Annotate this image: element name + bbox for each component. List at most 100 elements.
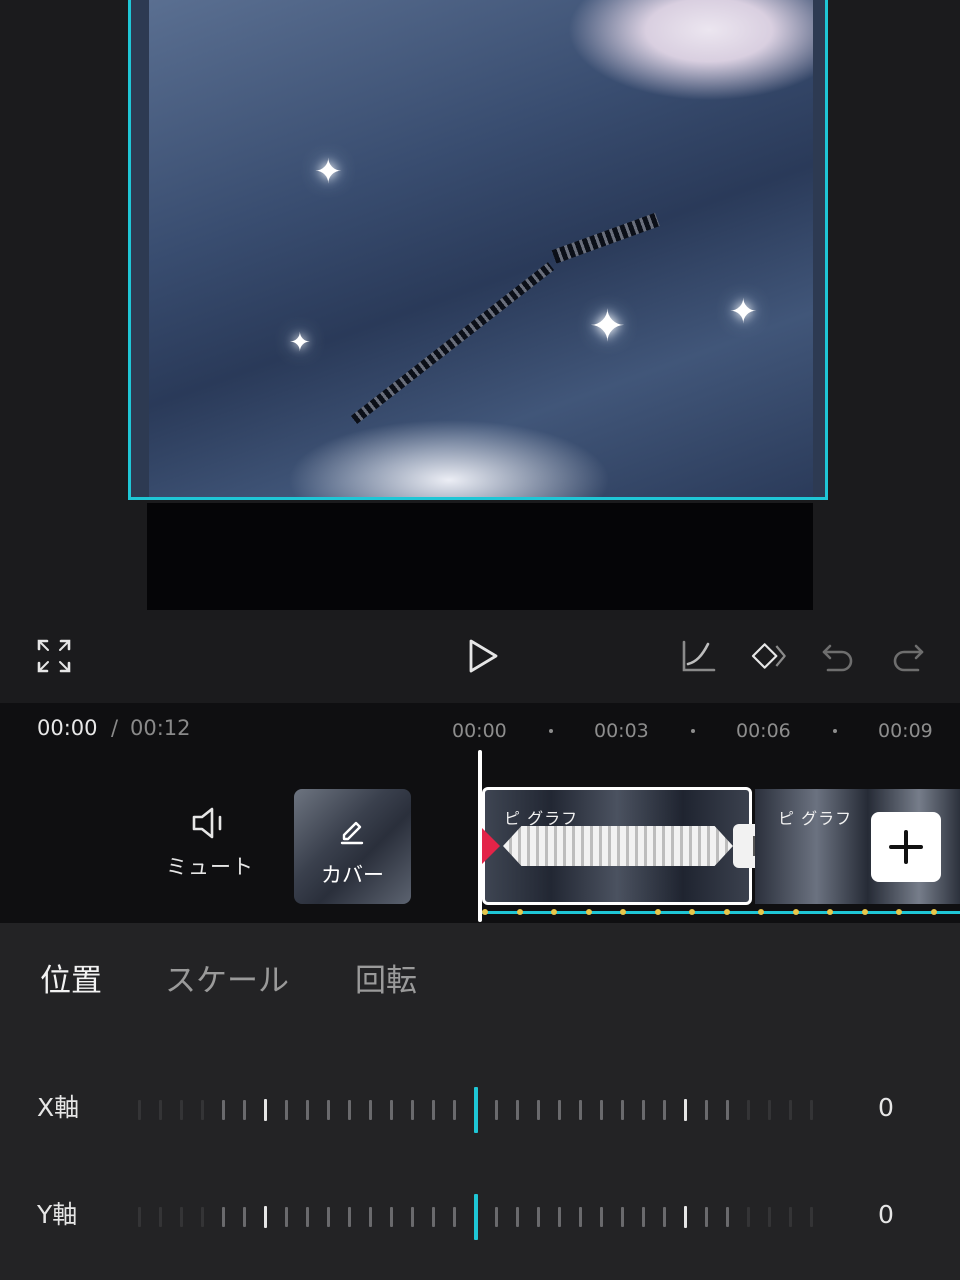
slider-tick bbox=[558, 1207, 561, 1227]
play-button[interactable] bbox=[460, 634, 504, 678]
current-time: 00:00 bbox=[37, 716, 98, 740]
ruler-dot bbox=[833, 729, 837, 733]
x-axis-value: 0 bbox=[878, 1093, 894, 1122]
slider-tick bbox=[495, 1207, 498, 1227]
start-marker bbox=[482, 828, 500, 864]
slider-tick bbox=[327, 1207, 330, 1227]
slider-tick bbox=[453, 1100, 456, 1120]
y-axis-value: 0 bbox=[878, 1200, 894, 1229]
ruler-dot bbox=[549, 729, 553, 733]
zipper-pull bbox=[551, 212, 660, 264]
slider-tick bbox=[537, 1207, 540, 1227]
slider-tick bbox=[642, 1100, 645, 1120]
sparkle-icon: ✦ bbox=[314, 152, 343, 192]
slider-tick bbox=[789, 1207, 792, 1227]
slider-tick bbox=[810, 1100, 813, 1120]
tab-position[interactable]: 位置 bbox=[40, 955, 102, 1000]
slider-tick bbox=[684, 1206, 687, 1228]
keyframe-dot bbox=[654, 909, 661, 915]
slider-tick bbox=[222, 1207, 225, 1227]
clip-label: ピ グラフ bbox=[504, 809, 579, 828]
keyframe-dot bbox=[896, 909, 902, 915]
slider-tick bbox=[327, 1100, 330, 1120]
ruler-label: 00:09 bbox=[878, 720, 933, 742]
preview-image: ✦ ✦ ✦ ✦ bbox=[149, 0, 813, 497]
slider-tick bbox=[726, 1207, 729, 1227]
pencil-icon bbox=[340, 821, 364, 845]
redo-icon[interactable] bbox=[886, 634, 930, 678]
keyframe-dot bbox=[482, 909, 488, 915]
play-icon bbox=[469, 639, 498, 673]
slider-tick bbox=[264, 1206, 267, 1228]
slider-tick bbox=[306, 1100, 309, 1120]
keyframe-dot bbox=[723, 909, 730, 915]
keyframe-dot bbox=[861, 909, 868, 915]
slider-tick bbox=[453, 1207, 456, 1227]
adjust-panel bbox=[0, 923, 960, 1280]
keyframe-dot bbox=[516, 909, 523, 915]
slider-tick bbox=[726, 1100, 729, 1120]
slider-tick bbox=[516, 1100, 519, 1120]
total-time: 00:12 bbox=[130, 716, 191, 740]
slider-tick bbox=[663, 1207, 666, 1227]
x-axis-label: X軸 bbox=[37, 1093, 80, 1122]
slider-tick bbox=[243, 1100, 246, 1120]
zipper bbox=[350, 262, 555, 424]
slider-tick bbox=[432, 1207, 435, 1227]
ruler-dot bbox=[691, 729, 695, 733]
playhead[interactable] bbox=[478, 750, 482, 922]
keyframe-dot bbox=[792, 909, 799, 915]
transition-effect[interactable] bbox=[503, 826, 733, 866]
slider-tick bbox=[180, 1207, 183, 1227]
sparkle-icon: ✦ bbox=[729, 292, 758, 332]
tab-rotation[interactable]: 回転 bbox=[355, 955, 417, 1000]
slider-tick bbox=[222, 1100, 225, 1120]
slider-tick bbox=[747, 1207, 750, 1227]
slider-tick bbox=[684, 1099, 687, 1121]
canvas-letterbox bbox=[147, 503, 813, 610]
slider-tick bbox=[285, 1100, 288, 1120]
slider-tick bbox=[411, 1207, 414, 1227]
slider-tick bbox=[159, 1100, 162, 1120]
slider-tick bbox=[390, 1207, 393, 1227]
ruler-label: 00:00 bbox=[452, 720, 507, 742]
selected-media-frame[interactable]: ✦ ✦ ✦ ✦ bbox=[128, 0, 828, 500]
slider-tick bbox=[432, 1100, 435, 1120]
slider-tick bbox=[600, 1207, 603, 1227]
undo-icon[interactable] bbox=[816, 634, 860, 678]
keyframe-dot bbox=[758, 909, 764, 915]
slider-indicator bbox=[474, 1087, 478, 1133]
slider-tick bbox=[789, 1100, 792, 1120]
slider-tick bbox=[348, 1207, 351, 1227]
mute-label: ミュート bbox=[166, 855, 254, 879]
curve-graph-icon[interactable] bbox=[676, 634, 720, 678]
slider-tick bbox=[558, 1100, 561, 1120]
add-clip-button[interactable] bbox=[871, 812, 941, 882]
sparkle-icon: ✦ bbox=[289, 328, 311, 358]
tab-scale[interactable]: スケール bbox=[165, 955, 289, 1000]
mute-button[interactable]: ミュート bbox=[160, 805, 260, 890]
slider-tick bbox=[138, 1100, 141, 1120]
keyframe-dot bbox=[551, 909, 557, 915]
slider-tick bbox=[159, 1207, 162, 1227]
slider-tick bbox=[768, 1100, 771, 1120]
slider-tick bbox=[285, 1207, 288, 1227]
cover-label: カバー bbox=[321, 863, 384, 887]
slider-tick bbox=[600, 1100, 603, 1120]
fullscreen-icon[interactable] bbox=[32, 634, 76, 678]
keyframe-dot bbox=[620, 909, 626, 915]
slider-tick bbox=[537, 1100, 540, 1120]
keyframe-icon[interactable] bbox=[746, 634, 790, 678]
slider-tick bbox=[579, 1207, 582, 1227]
slider-tick bbox=[705, 1100, 708, 1120]
slider-tick bbox=[621, 1100, 624, 1120]
clip-label: ピ グラフ bbox=[778, 809, 853, 828]
slider-tick bbox=[495, 1100, 498, 1120]
slider-tick bbox=[516, 1207, 519, 1227]
slider-tick bbox=[390, 1100, 393, 1120]
slider-tick bbox=[768, 1207, 771, 1227]
slider-tick bbox=[747, 1100, 750, 1120]
cover-button[interactable]: カバー bbox=[294, 789, 411, 904]
slider-tick bbox=[810, 1207, 813, 1227]
slider-tick bbox=[138, 1207, 141, 1227]
